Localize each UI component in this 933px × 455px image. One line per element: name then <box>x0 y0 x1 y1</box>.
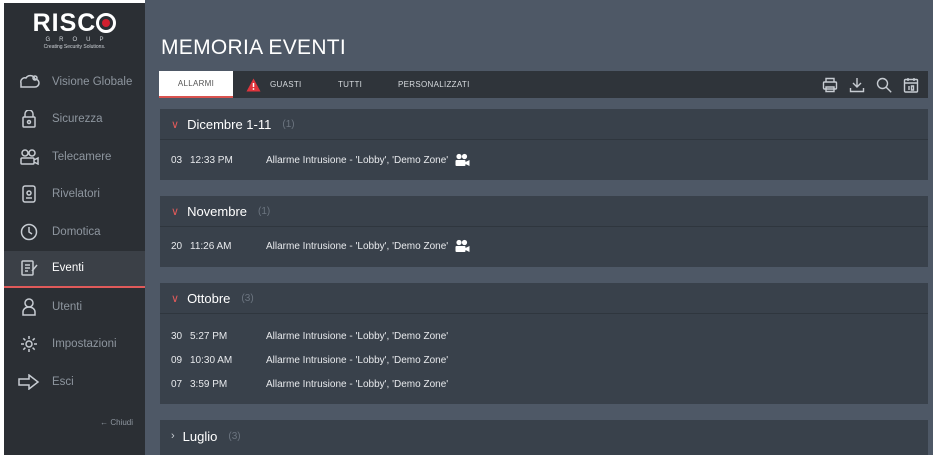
sidebar-item-visione-globale[interactable]: Visione Globale <box>4 63 145 101</box>
tab-bar: ALLARMI GUASTI TUTTI PERSONALIZZATI <box>159 71 928 98</box>
tab-guasti-label: GUASTI <box>270 80 302 89</box>
toolbar <box>820 75 920 94</box>
group-luglio: › Luglio (3) <box>160 420 928 455</box>
warning-icon <box>246 78 261 92</box>
calendar-icon[interactable] <box>901 75 920 94</box>
event-row[interactable]: 09 10:30 AM Allarme Intrusione - 'Lobby'… <box>171 348 928 372</box>
event-day: 07 <box>171 378 183 390</box>
event-day: 03 <box>171 154 183 166</box>
sidebar-nav: Visione Globale Sicurezza Telecamere Riv… <box>4 63 145 401</box>
sidebar-item-label: Utenti <box>52 300 83 313</box>
gear-icon <box>18 335 40 353</box>
camera-icon[interactable] <box>454 239 470 253</box>
camera-icon[interactable] <box>454 153 470 167</box>
tab-allarmi[interactable]: ALLARMI <box>159 71 233 98</box>
page-title: MEMORIA EVENTI <box>161 36 347 59</box>
sidebar-collapse-button[interactable]: ← Chiudi <box>100 418 133 427</box>
sidebar-item-esci[interactable]: Esci <box>4 363 145 401</box>
sidebar-item-eventi[interactable]: Eventi <box>4 250 145 288</box>
group-body: 30 5:27 PM Allarme Intrusione - 'Lobby',… <box>160 313 928 404</box>
group-count: (3) <box>228 430 241 442</box>
group-title: Ottobre <box>187 290 231 306</box>
event-description: Allarme Intrusione - 'Lobby', 'Demo Zone… <box>266 154 449 166</box>
overview-icon <box>18 73 40 91</box>
event-time: 12:33 PM <box>190 154 233 166</box>
sidebar-item-label: Eventi <box>52 262 84 275</box>
event-day: 20 <box>171 240 183 252</box>
event-description: Allarme Intrusione - 'Lobby', 'Demo Zone… <box>266 330 449 342</box>
events-icon <box>18 259 40 277</box>
sidebar-item-label: Impostazioni <box>52 338 117 351</box>
group-body: 03 12:33 PM Allarme Intrusione - 'Lobby'… <box>160 139 928 180</box>
group-count: (3) <box>241 292 254 304</box>
group-count: (1) <box>258 205 271 217</box>
automation-icon <box>18 223 40 241</box>
group-header[interactable]: › Luglio (3) <box>160 420 928 452</box>
event-row[interactable]: 20 11:26 AM Allarme Intrusione - 'Lobby'… <box>171 234 928 258</box>
group-title: Dicembre 1-11 <box>187 116 272 132</box>
lock-icon <box>18 110 40 128</box>
group-title: Novembre <box>187 203 248 219</box>
sidebar-item-sicurezza[interactable]: Sicurezza <box>4 101 145 139</box>
event-time: 3:59 PM <box>190 378 228 390</box>
sidebar-item-telecamere[interactable]: Telecamere <box>4 138 145 176</box>
logo-ring-icon <box>96 13 117 33</box>
event-row[interactable]: 07 3:59 PM Allarme Intrusione - 'Lobby',… <box>171 372 928 396</box>
tab-tutti[interactable]: TUTTI <box>338 71 362 98</box>
app: RISC GROUP Creating Security Solutions. … <box>0 0 933 455</box>
sidebar-item-label: Sicurezza <box>52 113 103 126</box>
group-title: Luglio <box>182 428 218 444</box>
user-icon <box>18 298 40 316</box>
chevron-down-icon: ∨ <box>171 292 180 305</box>
sidebar-item-label: Rivelatori <box>52 188 100 201</box>
brand-wordmark: RISC <box>4 11 145 36</box>
sidebar-item-label: Telecamere <box>52 150 112 163</box>
sidebar-item-impostazioni[interactable]: Impostazioni <box>4 326 145 364</box>
logout-icon <box>18 373 40 391</box>
brand-tagline: Creating Security Solutions. <box>43 44 106 50</box>
chevron-down-icon: ∨ <box>171 205 180 218</box>
sidebar-item-label: Domotica <box>52 225 101 238</box>
group-header[interactable]: ∨ Novembre (1) <box>160 196 928 226</box>
group-header[interactable]: ∨ Dicembre 1-11 (1) <box>160 109 928 139</box>
sidebar-item-rivelatori[interactable]: Rivelatori <box>4 176 145 214</box>
group-body: 20 11:26 AM Allarme Intrusione - 'Lobby'… <box>160 226 928 267</box>
event-day: 09 <box>171 354 183 366</box>
sidebar-item-domotica[interactable]: Domotica <box>4 213 145 251</box>
download-icon[interactable] <box>847 75 866 94</box>
sidebar-item-utenti[interactable]: Utenti <box>4 288 145 326</box>
group-count: (1) <box>282 118 295 130</box>
event-time: 10:30 AM <box>190 354 233 366</box>
event-description: Allarme Intrusione - 'Lobby', 'Demo Zone… <box>266 354 449 366</box>
tab-guasti[interactable]: GUASTI <box>246 71 302 98</box>
event-description: Allarme Intrusione - 'Lobby', 'Demo Zone… <box>266 378 449 390</box>
tab-personalizzati[interactable]: PERSONALIZZATI <box>398 71 470 98</box>
sidebar: RISC GROUP Creating Security Solutions. … <box>4 3 145 455</box>
group-ottobre: ∨ Ottobre (3) 30 5:27 PM Allarme Intrusi… <box>160 283 928 404</box>
event-description: Allarme Intrusione - 'Lobby', 'Demo Zone… <box>266 240 449 252</box>
event-row[interactable]: 03 12:33 PM Allarme Intrusione - 'Lobby'… <box>171 148 928 172</box>
group-dicembre: ∨ Dicembre 1-11 (1) 03 12:33 PM Allarme … <box>160 109 928 180</box>
main-content: MEMORIA EVENTI ALLARMI GUASTI TUTTI PERS… <box>145 0 933 455</box>
event-time: 5:27 PM <box>190 330 228 342</box>
camera-icon <box>18 148 40 166</box>
chevron-down-icon: ∨ <box>171 118 180 131</box>
event-time: 11:26 AM <box>190 240 232 252</box>
group-header[interactable]: ∨ Ottobre (3) <box>160 283 928 313</box>
search-icon[interactable] <box>874 75 893 94</box>
sidebar-item-label: Esci <box>52 375 74 388</box>
detector-icon <box>18 185 40 203</box>
print-icon[interactable] <box>820 75 839 94</box>
brand-name: RISC <box>32 9 97 37</box>
event-day: 30 <box>171 330 183 342</box>
group-novembre: ∨ Novembre (1) 20 11:26 AM Allarme Intru… <box>160 196 928 267</box>
brand-group: GROUP <box>45 37 113 43</box>
event-row[interactable]: 30 5:27 PM Allarme Intrusione - 'Lobby',… <box>171 324 928 348</box>
risco-logo: RISC GROUP Creating Security Solutions. <box>4 3 145 63</box>
chevron-right-icon: › <box>171 430 175 442</box>
sidebar-item-label: Visione Globale <box>52 75 133 88</box>
